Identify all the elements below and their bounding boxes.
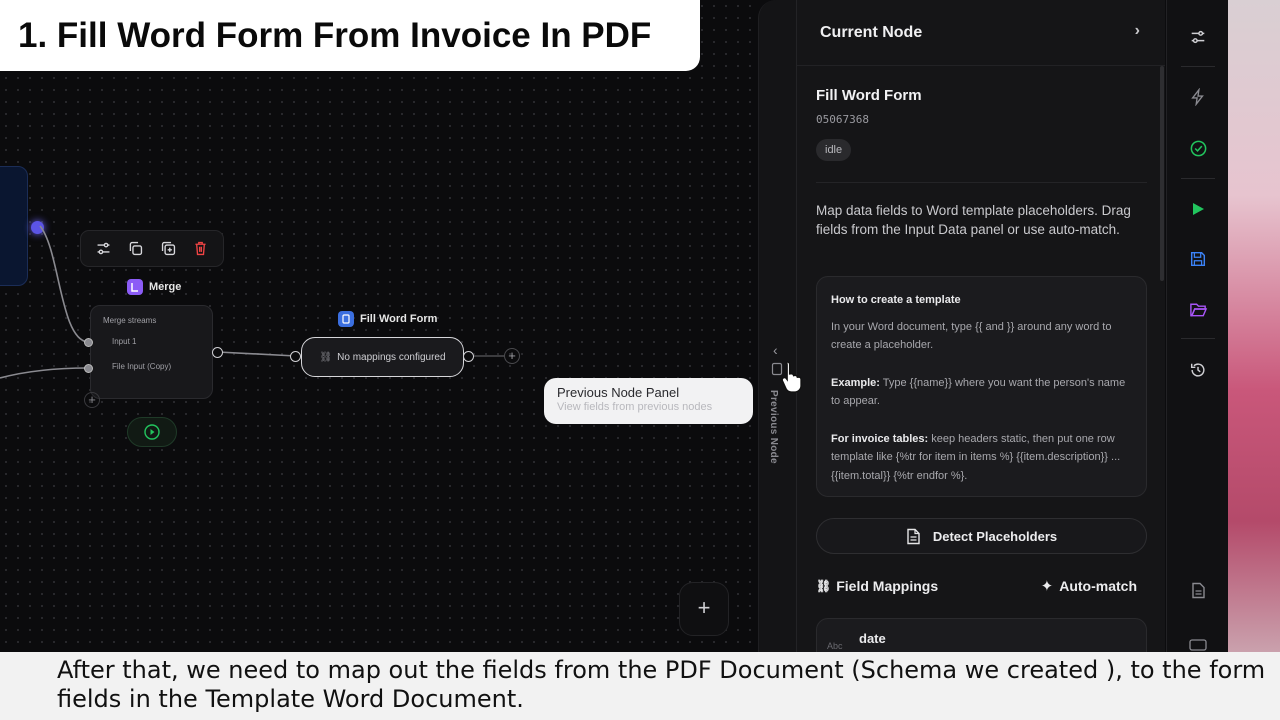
merge-icon	[127, 279, 143, 295]
tooltip-title: Previous Node Panel	[557, 385, 680, 400]
merge-node-title: Merge	[149, 281, 182, 293]
merge-node[interactable]: Merge streams Input 1 File Input (Copy)	[90, 305, 213, 399]
invoice-label: For invoice tables:	[831, 432, 929, 445]
divider	[816, 182, 1147, 183]
node-toolbar	[80, 230, 224, 267]
auto-match-label: Auto-match	[1059, 578, 1137, 594]
panel-scrollbar[interactable]	[1160, 66, 1164, 281]
fill-word-node-title: Fill Word Form	[360, 313, 438, 325]
fill-word-node[interactable]: ⛓ No mappings configured	[301, 337, 464, 377]
sparkles-icon: ✦	[1040, 578, 1054, 595]
video-title: 1. Fill Word Form From Invoice In PDF	[0, 0, 700, 71]
duplicate-icon[interactable]	[157, 238, 179, 260]
status-badge: idle	[816, 139, 852, 161]
field-mapping-item[interactable]: Abc date	[816, 618, 1147, 652]
video-subtitle: After that, we need to map out the field…	[0, 652, 1280, 720]
rail-divider	[1181, 178, 1215, 179]
history-icon[interactable]	[1187, 359, 1209, 381]
link-icon: ⛓	[816, 579, 832, 593]
field-mappings-heading: ⛓ Field Mappings	[816, 578, 938, 594]
merge-input-1-label: Input 1	[112, 337, 137, 346]
play-circle-icon	[144, 424, 160, 440]
node-title: Fill Word Form	[816, 87, 922, 104]
help-heading: How to create a template	[831, 294, 961, 306]
merge-input-2-port[interactable]	[84, 364, 93, 373]
auto-match-button[interactable]: ✦ Auto-match	[1041, 577, 1137, 595]
chevron-left-icon[interactable]: ‹	[773, 342, 778, 358]
merge-node-header: Merge streams	[103, 316, 157, 325]
help-paragraph-1: In your Word document, type {{ and }} ar…	[831, 320, 1112, 352]
merge-input-1-port[interactable]	[84, 338, 93, 347]
detect-placeholders-button[interactable]: Detect Placeholders	[816, 518, 1147, 554]
node-id: 05067368	[816, 113, 869, 126]
template-help-box: How to create a template In your Word do…	[816, 276, 1147, 497]
check-circle-icon[interactable]	[1187, 137, 1209, 159]
panel-header: Current Node ›	[797, 0, 1165, 66]
previous-node-tooltip: Previous Node Panel View fields from pre…	[544, 378, 753, 424]
file-text-icon	[907, 528, 920, 544]
merge-output-port[interactable]	[212, 347, 223, 358]
workflow-canvas[interactable]: Merge Merge streams Input 1 File Input (…	[0, 0, 760, 652]
merge-node-label: Merge	[127, 279, 181, 295]
field-name: date	[859, 631, 886, 646]
text-type-icon: Abc	[827, 641, 843, 651]
lightning-icon[interactable]	[1187, 86, 1209, 108]
chevron-right-icon[interactable]: ›	[1135, 22, 1140, 40]
folder-open-icon[interactable]	[1187, 298, 1209, 320]
field-mappings-label: Field Mappings	[836, 578, 939, 594]
field-mappings-row: ⛓ Field Mappings ✦ Auto-match	[816, 575, 1147, 599]
tooltip-subtitle: View fields from previous nodes	[557, 401, 713, 413]
merge-input-2-label: File Input (Copy)	[112, 362, 172, 371]
help-example: Example: Type {{name}} where you want th…	[831, 374, 1132, 411]
example-label: Example:	[831, 376, 880, 389]
current-node-panel: Current Node › Fill Word Form 05067368 i…	[796, 0, 1165, 652]
previous-node-strip[interactable]: ‹ Previous Node	[758, 0, 796, 652]
add-next-node-icon[interactable]: +	[504, 348, 520, 364]
node-description: Map data fields to Word template placeho…	[816, 203, 1131, 237]
copy-icon[interactable]	[125, 238, 147, 260]
fill-word-input-port[interactable]	[290, 351, 301, 362]
save-icon[interactable]	[1187, 248, 1209, 270]
right-icon-rail	[1166, 0, 1228, 652]
settings-sliders-icon[interactable]	[1187, 26, 1209, 48]
word-document-icon	[338, 311, 354, 327]
settings-sliders-icon[interactable]	[92, 238, 114, 260]
fill-word-node-status: No mappings configured	[337, 351, 446, 363]
play-icon[interactable]	[1187, 198, 1209, 220]
document-icon[interactable]	[1187, 579, 1209, 601]
panel-title: Current Node	[820, 23, 923, 41]
add-node-button[interactable]: +	[679, 582, 729, 636]
delete-icon[interactable]	[190, 238, 212, 260]
rail-divider	[1181, 338, 1215, 339]
mouse-pointer-icon	[780, 360, 806, 399]
help-invoice: For invoice tables: keep headers static,…	[831, 430, 1132, 486]
background-edge	[1228, 0, 1280, 652]
rail-divider	[1181, 66, 1215, 67]
previous-node-label: Previous Node	[768, 390, 779, 464]
add-input-icon[interactable]: +	[84, 392, 100, 408]
fill-word-node-label: Fill Word Form	[338, 311, 437, 327]
link-icon: ⛓	[319, 351, 333, 363]
run-node-button[interactable]	[127, 417, 177, 447]
fill-word-output-port[interactable]	[463, 351, 474, 362]
detect-placeholders-label: Detect Placeholders	[932, 528, 1058, 544]
